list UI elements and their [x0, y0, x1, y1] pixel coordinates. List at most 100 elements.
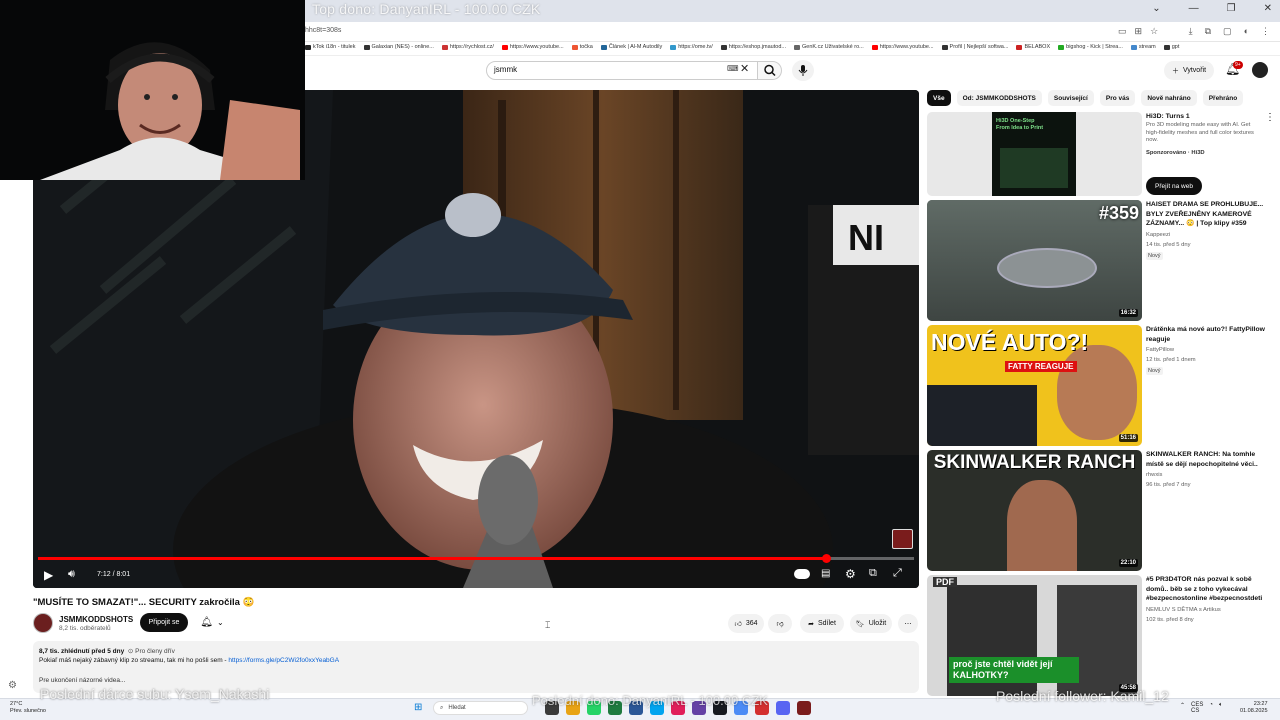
channel-watermark[interactable]	[892, 529, 913, 549]
subtitles-icon[interactable]: ▤	[821, 568, 830, 579]
channel-name[interactable]: JSMMKODDSHOTS	[59, 615, 133, 624]
chip-2[interactable]: Související	[1047, 90, 1094, 106]
chip-4[interactable]: Nově nahráno	[1141, 90, 1197, 106]
bookmark-item[interactable]: https://www.youtube...	[501, 44, 564, 50]
search-input[interactable]	[486, 61, 758, 80]
bookmark-item[interactable]: https://ome.tv/	[670, 44, 713, 50]
settings-gear-icon[interactable]: ⚙	[8, 680, 17, 691]
profile-icon[interactable]: ◐	[1244, 26, 1249, 37]
video-thumbnail[interactable]: SKINWALKER RANCH 22:10	[927, 450, 1142, 571]
video-thumbnail[interactable]: #359 16:32	[927, 200, 1142, 321]
network-icon[interactable]: ◔	[1209, 702, 1213, 714]
chevron-down-icon[interactable]: ⌄	[1152, 3, 1160, 14]
discord-icon[interactable]	[776, 701, 790, 715]
video-channel[interactable]: rhwxis	[1146, 472, 1162, 478]
user-avatar[interactable]	[1252, 62, 1268, 78]
search-button[interactable]	[758, 61, 782, 80]
voice-search-button[interactable]	[792, 60, 814, 81]
settings-gear-icon[interactable]: ⚙	[845, 567, 856, 581]
menu-icon[interactable]: ⋮	[1261, 26, 1270, 37]
clear-search-icon[interactable]: ✕	[740, 62, 749, 75]
install-app-icon[interactable]: ⊞	[1135, 26, 1143, 37]
share-button[interactable]: ➦ Sdílet	[800, 614, 844, 633]
close-icon[interactable]: ✕	[1264, 3, 1272, 14]
bookmark-item[interactable]: BELABOX	[1016, 44, 1050, 50]
save-button[interactable]: 🔖︎ Uložit	[850, 614, 892, 633]
keyboard-icon[interactable]: ⌨	[727, 64, 739, 73]
chip-3[interactable]: Pro vás	[1099, 90, 1136, 106]
bookmark-item[interactable]: gpt	[1163, 44, 1179, 50]
description-text: Pokiaľ máš nejaký zábavný klip zo stream…	[39, 657, 339, 664]
miniplayer-icon[interactable]: ⧉	[869, 567, 877, 580]
maximize-icon[interactable]: ❐	[1227, 3, 1236, 14]
create-button[interactable]: ＋ Vytvořit	[1164, 61, 1214, 80]
bookmark-item[interactable]: https://eshop.jmautod...	[720, 44, 786, 50]
play-icon[interactable]: ▶	[44, 568, 53, 582]
fullscreen-icon[interactable]: ⤢	[893, 567, 902, 580]
more-actions-button[interactable]: ⋯	[898, 614, 918, 633]
taskbar-clock[interactable]: 23:27 01.08.2025	[1240, 701, 1268, 715]
bookmark-item[interactable]: Profil | Nejlepší softwa...	[941, 44, 1009, 50]
subscription-bell-button[interactable]: 🔔︎ ⌄	[194, 613, 230, 632]
video-channel[interactable]: FattyPillow	[1146, 347, 1174, 353]
weather-widget[interactable]: 27°C Pŕev. slunečno	[10, 701, 46, 715]
speaker-icon[interactable]: 🔈︎	[1219, 702, 1223, 714]
more-icon[interactable]: ⋮	[1265, 112, 1275, 123]
bookmark-item[interactable]: https://www.youtube...	[871, 44, 934, 50]
thumbnail-fountain	[997, 248, 1097, 288]
video-thumbnail[interactable]: PDF proč jste chtěl vidět její KALHOTKY?…	[927, 575, 1142, 696]
tray-chevron-icon[interactable]: ⌃	[1180, 702, 1185, 714]
language-indicator[interactable]: CES CS	[1191, 702, 1203, 714]
sidebar-video-3[interactable]: SKINWALKER RANCH 22:10 SKINWALKER RANCH:…	[927, 450, 1272, 571]
cast-icon[interactable]: ▭	[1118, 26, 1127, 37]
star-icon[interactable]: ☆	[1150, 26, 1158, 37]
bookmark-item[interactable]: https://rychlost.cz/	[441, 44, 494, 50]
bookmark-item[interactable]: točka	[571, 44, 593, 50]
video-channel[interactable]: NEMLUV S DĚTMA s Artikus	[1146, 607, 1221, 613]
sidebar-ad[interactable]: Hi3D One-Step From Idea to Print Hi3D: T…	[927, 112, 1275, 196]
chip-1[interactable]: Od: JSMMKODDSHOTS	[956, 90, 1042, 106]
like-button[interactable]: 👍︎ 364	[728, 614, 764, 633]
minimize-icon[interactable]: —	[1189, 3, 1199, 14]
bookmark-label: Profil | Nejlepší softwa...	[949, 44, 1009, 50]
obs-icon[interactable]	[797, 701, 811, 715]
video-channel[interactable]: Kappeezi	[1146, 232, 1170, 238]
sidebar-video-4[interactable]: PDF proč jste chtěl vidět její KALHOTKY?…	[927, 575, 1272, 696]
search-query[interactable]: jsmmk	[494, 65, 517, 74]
sidebar-video-1[interactable]: #359 16:32 HAISET DRAMA SE PROHLUBUJE...…	[927, 200, 1272, 321]
video-thumbnail[interactable]: NOVÉ AUTO?! FATTY REAGUJE 51:16	[927, 325, 1142, 446]
chip-5[interactable]: Přehráno	[1202, 90, 1244, 106]
ad-title[interactable]: Hi3D: Turns 1	[1146, 112, 1270, 122]
chip-0[interactable]: Vše	[927, 90, 951, 106]
video-title: "MUSÍTE TO SMAZAT!"... SECURITY zakročil…	[33, 597, 255, 608]
bookmark-item[interactable]: GenK.cz Uživatelské ro...	[793, 44, 864, 50]
ad-thumbnail[interactable]: Hi3D One-Step From Idea to Print	[927, 112, 1142, 196]
extensions-icon[interactable]: ⧉	[1205, 26, 1211, 37]
progress-bar[interactable]	[38, 554, 914, 563]
ad-cta-button[interactable]: Přejít na web	[1146, 177, 1202, 195]
address-bar-actions: ▭ ⊞ ☆	[1118, 26, 1158, 37]
join-button[interactable]: Připojit se	[140, 613, 188, 632]
bookmark-item[interactable]: Galaxian (NES) - online...	[363, 44, 434, 50]
volume-icon[interactable]: 🔊︎	[68, 568, 75, 581]
autoplay-toggle[interactable]	[794, 569, 810, 579]
video-title[interactable]: Drátěnka má nové auto?! FattyPillow reag…	[1146, 325, 1270, 344]
video-title[interactable]: SKINWALKER RANCH: Na tomhle místě se děj…	[1146, 450, 1270, 469]
url-text[interactable]: hhc8t=308s	[305, 27, 341, 34]
bookmark-item[interactable]: kTok i18n - titulek	[305, 44, 356, 50]
bookmark-item[interactable]: stream	[1130, 44, 1156, 50]
sidebar-video-2[interactable]: NOVÉ AUTO?! FATTY REAGUJE 51:16 Drátěnka…	[927, 325, 1272, 446]
channel-avatar[interactable]	[33, 613, 53, 633]
svg-text:NI: NI	[848, 217, 884, 258]
windows-start-icon[interactable]: ⊞	[414, 702, 422, 713]
bookmark-item[interactable]: Článek | Al-M Autodily	[600, 44, 662, 50]
thumbnail-tag: PDF	[933, 577, 957, 587]
bookmark-item[interactable]: bigshog - Kick | Strea...	[1058, 44, 1123, 50]
description-link[interactable]: https://forms.gle/pC2Wi2fo0xxYeabGA	[228, 657, 339, 664]
download-icon[interactable]: ⤓	[1189, 26, 1193, 37]
video-title[interactable]: #5 PR3D4TOR nás pozval k sobě domů.. běb…	[1146, 575, 1270, 604]
taskbar-search[interactable]: ⌕ Hledat	[433, 701, 528, 715]
split-view-icon[interactable]: ▢	[1223, 26, 1232, 37]
dislike-button[interactable]: 👎︎	[768, 614, 792, 633]
video-title[interactable]: HAISET DRAMA SE PROHLUBUJE... BYLY ZVEŘE…	[1146, 200, 1270, 229]
